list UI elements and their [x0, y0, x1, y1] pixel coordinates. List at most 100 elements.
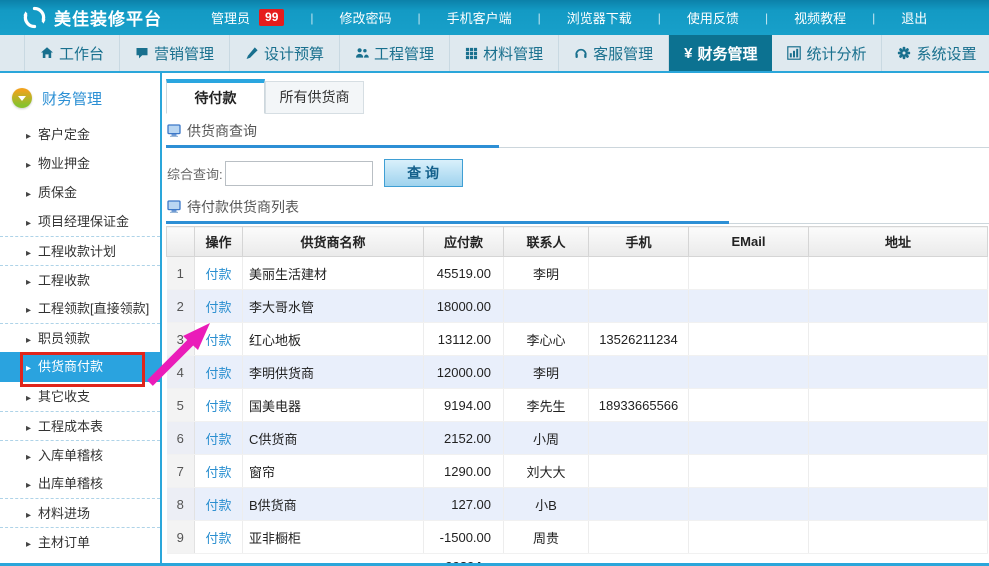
pay-link[interactable]: 付款 [205, 498, 231, 513]
sidebar-item[interactable]: ▸物业押金 [0, 149, 160, 178]
menu-admin[interactable]: 管理员 99 [198, 8, 297, 27]
sidebar-item[interactable]: ▸工程收款计划 [0, 236, 160, 265]
pay-link[interactable]: 付款 [205, 300, 231, 315]
top-menu: 管理员 99 修改密码 手机客户端 浏览器下载 使用反馈 视频教程 退出 [198, 8, 940, 27]
nav-tab-system-settings[interactable]: 系统设置 [882, 35, 989, 71]
app-title: 美佳装修平台 [54, 5, 162, 30]
menu-mobile-client[interactable]: 手机客户端 [405, 8, 525, 27]
mobile-number: 18933665566 [589, 389, 689, 422]
contact-name: 刘大大 [504, 455, 589, 488]
tab-all-suppliers[interactable]: 所有供货商 [265, 81, 364, 114]
table-row: 6 付款 C供货商 2152.00 小周 [167, 422, 988, 455]
contact-name: 李明 [504, 356, 589, 389]
sidebar-item[interactable]: ▸职员领款 [0, 323, 160, 352]
app-logo: 美佳装修平台 [0, 5, 198, 30]
pay-link[interactable]: 付款 [205, 366, 231, 381]
address-value [809, 389, 988, 422]
nav-tab-workbench[interactable]: 工作台 [24, 35, 120, 71]
address-value [809, 356, 988, 389]
sidebar-item[interactable]: ▸出库单稽核 [0, 469, 160, 498]
sidebar-item[interactable]: ▸材料进场 [0, 498, 160, 527]
menu-feedback[interactable]: 使用反馈 [645, 8, 752, 27]
table-row: 1 付款 美丽生活建材 45519.00 李明 [167, 257, 988, 290]
amount-payable: 127.00 [424, 488, 504, 521]
col-email: EMail [689, 227, 809, 257]
collapse-icon[interactable] [12, 88, 32, 108]
pay-link[interactable]: 付款 [205, 267, 231, 282]
supplier-name: C供货商 [243, 422, 424, 455]
email-value [689, 422, 809, 455]
pay-link[interactable]: 付款 [205, 531, 231, 546]
menu-change-password[interactable]: 修改密码 [297, 8, 404, 27]
sidebar-item[interactable]: ▸工程成本表 [0, 411, 160, 440]
menu-video-tutorial[interactable]: 视频教程 [752, 8, 859, 27]
address-value [809, 422, 988, 455]
nav-tab-finance[interactable]: ¥ 财务管理 [669, 35, 772, 71]
supplier-table: 操作 供货商名称 应付款 联系人 手机 EMail 地址 1 付款 [166, 226, 988, 566]
search-button[interactable]: 查 询 [384, 159, 463, 187]
sidebar-item[interactable]: ▸工程收款 [0, 265, 160, 294]
address-value [809, 323, 988, 356]
yen-icon: ¥ [684, 45, 692, 62]
sidebar-item[interactable]: ▸入库单稽核 [0, 440, 160, 469]
row-number: 6 [167, 422, 195, 455]
nav-tab-customer-service[interactable]: 客服管理 [559, 35, 669, 71]
menu-browser-download[interactable]: 浏览器下载 [525, 8, 645, 27]
amount-payable: 13112.00 [424, 323, 504, 356]
home-icon [40, 46, 54, 60]
mobile-number [589, 356, 689, 389]
contact-name: 李先生 [504, 389, 589, 422]
row-number: 5 [167, 389, 195, 422]
col-action: 操作 [195, 227, 243, 257]
bar-chart-icon [787, 46, 801, 60]
monitor-icon [167, 200, 181, 214]
item-arrow-icon: ▸ [26, 510, 31, 521]
sidebar-item[interactable]: ▸工程领款[直接领款] [0, 294, 160, 323]
contact-name: 小B [504, 488, 589, 521]
col-amount-payable: 应付款 [424, 227, 504, 257]
nav-tab-statistics[interactable]: 统计分析 [772, 35, 882, 71]
amount-payable: 18000.00 [424, 290, 504, 323]
pay-link[interactable]: 付款 [205, 432, 231, 447]
contact-name: 小周 [504, 422, 589, 455]
search-input[interactable] [225, 161, 373, 186]
supplier-name: B供货商 [243, 488, 424, 521]
sidebar-item[interactable]: ▸主材订单 [0, 527, 160, 556]
contact-name: 李明 [504, 257, 589, 290]
item-arrow-icon: ▸ [26, 131, 31, 142]
pay-link[interactable]: 付款 [205, 465, 231, 480]
pay-link[interactable]: 付款 [205, 399, 231, 414]
item-arrow-icon: ▸ [26, 160, 31, 171]
supplier-name: 亚非橱柜 [243, 521, 424, 554]
table-row: 3 付款 红心地板 13112.00 李心心 13526211234 [167, 323, 988, 356]
item-arrow-icon: ▸ [26, 277, 31, 288]
nav-tab-design-budget[interactable]: 设计预算 [230, 35, 340, 71]
menu-logout[interactable]: 退出 [859, 8, 940, 27]
top-header: 美佳装修平台 管理员 99 修改密码 手机客户端 浏览器下载 使用反馈 视频教程… [0, 0, 989, 35]
pay-link[interactable]: 付款 [205, 333, 231, 348]
supplier-name: 李明供货商 [243, 356, 424, 389]
amount-payable: 1290.00 [424, 455, 504, 488]
nav-tab-materials[interactable]: 材料管理 [450, 35, 559, 71]
mobile-number [589, 455, 689, 488]
row-number: 4 [167, 356, 195, 389]
tab-pending-payment[interactable]: 待付款 [166, 79, 265, 114]
nav-tab-marketing[interactable]: 营销管理 [120, 35, 230, 71]
sidebar-item[interactable]: ▸项目经理保证金 [0, 207, 160, 236]
notification-badge[interactable]: 99 [259, 9, 284, 26]
amount-payable: 45519.00 [424, 257, 504, 290]
edit-icon [245, 46, 259, 60]
sidebar-item[interactable]: ▸客户定金 [0, 120, 160, 149]
address-value [809, 521, 988, 554]
nav-tab-engineering[interactable]: 工程管理 [340, 35, 450, 71]
sidebar-item[interactable]: ▸质保金 [0, 178, 160, 207]
sidebar-item[interactable]: ▸供货商付款 [0, 352, 160, 382]
sidebar-item[interactable]: ▸其它收支 [0, 382, 160, 411]
table-row: 4 付款 李明供货商 12000.00 李明 [167, 356, 988, 389]
monitor-icon [167, 124, 181, 138]
item-arrow-icon: ▸ [26, 189, 31, 200]
table-row: 8 付款 B供货商 127.00 小B [167, 488, 988, 521]
item-arrow-icon: ▸ [26, 335, 31, 346]
row-number: 8 [167, 488, 195, 521]
supplier-name: 窗帘 [243, 455, 424, 488]
